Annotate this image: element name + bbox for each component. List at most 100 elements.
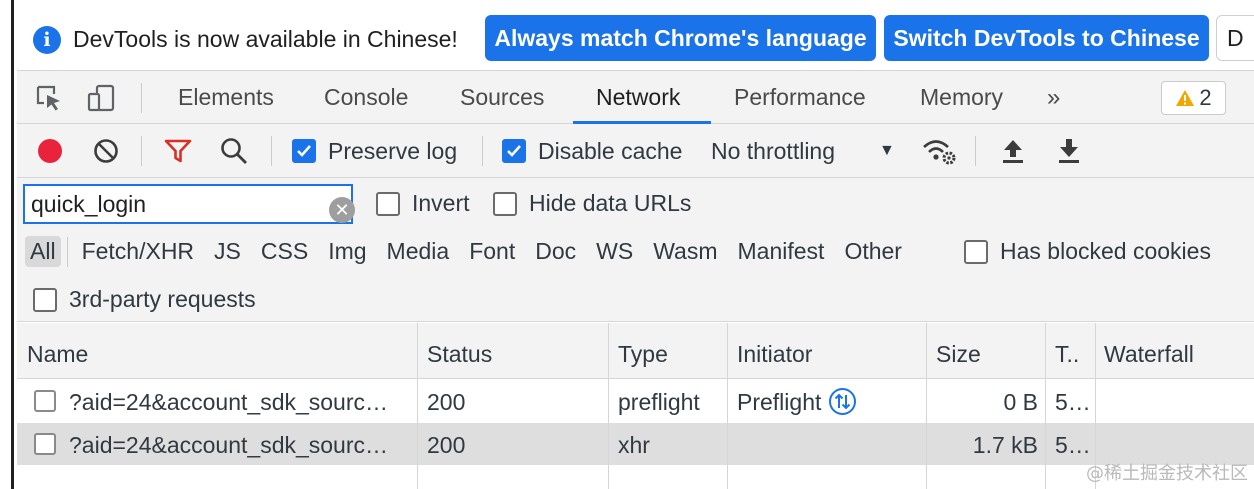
row-checkbox[interactable] xyxy=(34,433,56,455)
row-checkbox[interactable] xyxy=(34,390,56,412)
dont-show-again-button[interactable]: D xyxy=(1216,15,1254,61)
tab-network[interactable]: Network xyxy=(596,84,680,111)
window-edge xyxy=(0,0,14,489)
toolbar-divider xyxy=(271,136,272,166)
type-filter-media[interactable]: Media xyxy=(382,236,455,267)
table-row[interactable]: ?aid=24&account_sdk_sourc… 200 preflight… xyxy=(17,380,1254,422)
column-divider[interactable] xyxy=(1045,323,1046,489)
hide-data-urls-checkbox[interactable]: Hide data URLs xyxy=(493,190,691,217)
checkbox-checked-icon xyxy=(292,139,316,163)
invert-label: Invert xyxy=(412,190,470,216)
invert-checkbox[interactable]: Invert xyxy=(376,190,470,217)
request-size: 1.7 kB xyxy=(972,432,1038,458)
column-header-type[interactable]: Type xyxy=(618,341,668,368)
type-filter-doc[interactable]: Doc xyxy=(530,236,581,267)
filter-icon xyxy=(164,139,192,163)
search-icon xyxy=(221,138,247,164)
toolbar-divider xyxy=(975,136,976,166)
column-divider[interactable] xyxy=(727,323,728,489)
language-infobar: i DevTools is now available in Chinese! … xyxy=(17,10,1254,70)
column-header-initiator[interactable]: Initiator xyxy=(737,341,812,368)
switch-to-chinese-button[interactable]: Switch DevTools to Chinese xyxy=(884,15,1209,61)
tab-memory[interactable]: Memory xyxy=(920,84,1003,111)
checkbox-unchecked-icon xyxy=(964,239,988,264)
request-type: preflight xyxy=(618,389,700,415)
column-header-status[interactable]: Status xyxy=(427,341,492,368)
more-tabs-icon[interactable]: » xyxy=(1047,84,1060,112)
request-type: xhr xyxy=(618,432,650,458)
preserve-log-checkbox[interactable]: Preserve log xyxy=(292,134,457,168)
upload-icon xyxy=(1003,140,1023,163)
request-time: 5… xyxy=(1055,389,1091,415)
column-divider[interactable] xyxy=(608,323,609,489)
type-filter-other[interactable]: Other xyxy=(839,236,907,267)
inspect-element-icon[interactable] xyxy=(33,82,65,114)
network-conditions-button[interactable] xyxy=(921,134,957,168)
type-filter-wasm[interactable]: Wasm xyxy=(648,236,722,267)
disable-cache-label: Disable cache xyxy=(538,137,683,164)
device-toolbar-icon[interactable] xyxy=(85,82,117,114)
always-match-language-button[interactable]: Always match Chrome's language xyxy=(485,15,876,61)
type-filter-font[interactable]: Font xyxy=(464,236,520,267)
third-party-requests-checkbox[interactable]: 3rd-party requests xyxy=(33,286,256,313)
export-har-button[interactable] xyxy=(1056,134,1082,168)
initiator-text: Preflight xyxy=(737,389,822,415)
checkbox-unchecked-icon xyxy=(33,287,57,312)
type-filter-css[interactable]: CSS xyxy=(256,236,313,267)
column-header-name[interactable]: Name xyxy=(27,341,88,368)
throttling-value: No throttling xyxy=(711,137,836,164)
toolbar-divider xyxy=(141,83,142,113)
table-row[interactable]: ?aid=24&account_sdk_sourc… 200 xhr 1.7 k… xyxy=(17,423,1254,465)
throttling-select[interactable]: No throttling ▼ xyxy=(711,134,897,168)
record-button[interactable] xyxy=(36,134,64,168)
checkbox-checked-icon xyxy=(502,139,526,163)
request-name: ?aid=24&account_sdk_sourc… xyxy=(69,432,389,458)
devtools-panel: i DevTools is now available in Chinese! … xyxy=(17,0,1254,489)
third-party-requests-label: 3rd-party requests xyxy=(69,286,256,312)
filter-divider xyxy=(66,236,68,267)
request-name: ?aid=24&account_sdk_sourc… xyxy=(69,389,389,415)
type-filter-all[interactable]: All xyxy=(25,236,61,267)
type-filter-manifest[interactable]: Manifest xyxy=(733,236,830,267)
clear-button[interactable] xyxy=(92,134,120,168)
filter-toggle-button[interactable] xyxy=(163,134,193,168)
has-blocked-cookies-label: Has blocked cookies xyxy=(1000,238,1211,264)
tab-console[interactable]: Console xyxy=(324,84,408,111)
type-filter-js[interactable]: JS xyxy=(209,236,246,267)
request-size: 0 B xyxy=(1003,389,1038,415)
filter-input[interactable]: quick_login ✕ xyxy=(23,184,355,224)
request-status: 200 xyxy=(427,432,466,458)
download-icon xyxy=(1059,139,1079,163)
warnings-counter[interactable]: 2 xyxy=(1161,81,1226,115)
toolbar-divider xyxy=(482,136,483,166)
column-divider[interactable] xyxy=(926,323,927,489)
main-tab-bar: Elements Console Sources Network Perform… xyxy=(17,70,1254,124)
request-status: 200 xyxy=(427,389,466,415)
disable-cache-checkbox[interactable]: Disable cache xyxy=(502,134,682,168)
column-header-waterfall[interactable]: Waterfall xyxy=(1104,341,1194,368)
filter-bar: quick_login ✕ Invert Hide data URLs All … xyxy=(17,178,1254,322)
has-blocked-cookies-checkbox[interactable]: Has blocked cookies xyxy=(964,238,1211,265)
toolbar-divider xyxy=(141,136,142,166)
tab-elements[interactable]: Elements xyxy=(178,84,274,111)
warning-count: 2 xyxy=(1199,85,1212,110)
tab-sources[interactable]: Sources xyxy=(460,84,544,111)
preflight-arrows-icon[interactable] xyxy=(829,388,857,416)
type-filter-fetch-xhr[interactable]: Fetch/XHR xyxy=(77,236,199,267)
clear-filter-icon[interactable]: ✕ xyxy=(329,197,355,223)
column-header-size[interactable]: Size xyxy=(936,341,981,368)
column-divider[interactable] xyxy=(417,323,418,489)
tab-performance[interactable]: Performance xyxy=(734,84,866,111)
wifi-settings-icon xyxy=(923,140,956,165)
requests-table: Name Status Type Initiator Size T.. Wate… xyxy=(17,323,1254,489)
checkbox-unchecked-icon xyxy=(493,191,517,216)
infobar-message: DevTools is now available in Chinese! xyxy=(73,26,458,52)
filter-input-value: quick_login xyxy=(31,190,147,217)
search-button[interactable] xyxy=(219,134,249,168)
chevron-down-icon: ▼ xyxy=(879,142,895,159)
import-har-button[interactable] xyxy=(1000,134,1026,168)
request-initiator[interactable]: Preflight xyxy=(737,388,857,417)
type-filter-ws[interactable]: WS xyxy=(591,236,638,267)
type-filter-img[interactable]: Img xyxy=(323,236,371,267)
column-header-time[interactable]: T.. xyxy=(1055,341,1079,368)
